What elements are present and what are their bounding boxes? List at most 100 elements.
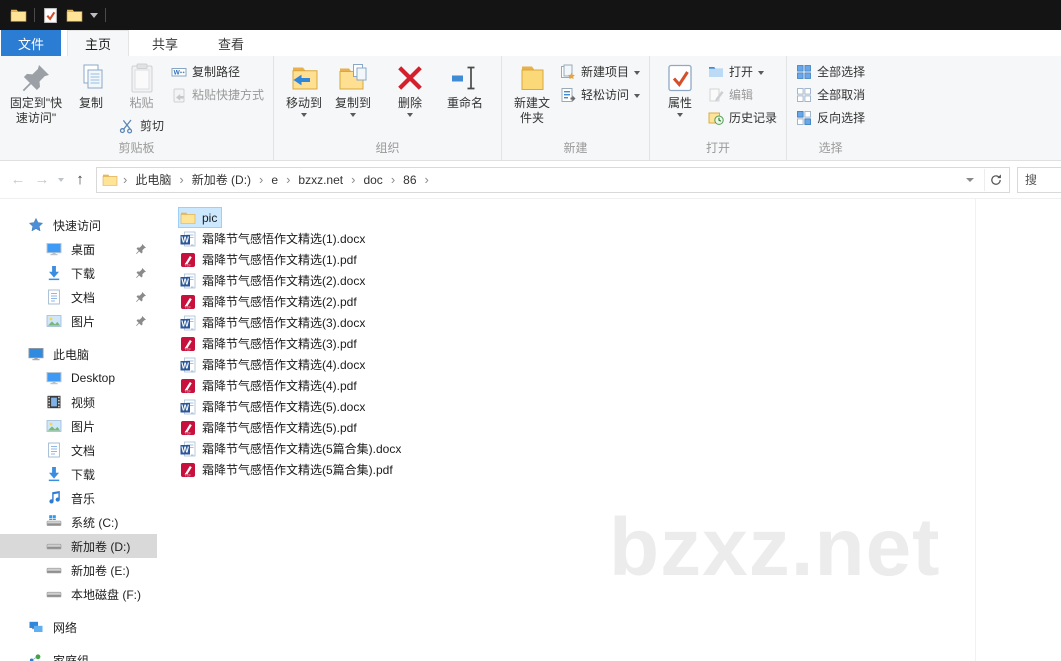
sidebar-item-新加卷-E-[interactable]: 新加卷 (E:)	[0, 558, 157, 582]
file-name: 霜降节气感悟作文精选(5).docx	[202, 400, 366, 414]
copy-button[interactable]: 复制	[67, 60, 115, 113]
sidebar-item-系统-C-[interactable]: 系统 (C:)	[0, 510, 157, 534]
open-button[interactable]: 打开	[705, 62, 780, 81]
sidebar-item-图片[interactable]: 图片	[0, 414, 157, 438]
pin-icon[interactable]	[135, 243, 147, 255]
chevron-down-icon	[350, 113, 357, 117]
sidebar-item-快速访问[interactable]: 快速访问	[0, 213, 157, 237]
recent-locations-chevron-icon[interactable]	[58, 177, 64, 182]
copy-to-button[interactable]: 复制到	[329, 60, 377, 119]
file-row[interactable]: PDF 霜降节气感悟作文精选(2).pdf	[178, 291, 362, 312]
move-to-icon	[288, 62, 320, 94]
sidebar-item-Desktop[interactable]: Desktop	[0, 366, 157, 390]
breadcrumb-item[interactable]: bzxz.net	[293, 173, 348, 187]
folder-icon[interactable]	[66, 7, 83, 24]
breadcrumb-separator[interactable]: ›	[256, 172, 266, 187]
breadcrumb-separator[interactable]: ›	[283, 172, 293, 187]
pin-to-quick-access-button[interactable]: 固定到"快速访问"	[6, 60, 66, 128]
folder-row[interactable]: pic	[178, 207, 223, 228]
folder-icon	[102, 172, 118, 188]
refresh-icon[interactable]	[984, 168, 1007, 191]
svg-text:W: W	[181, 319, 189, 328]
file-row[interactable]: PDF 霜降节气感悟作文精选(5篇合集).pdf	[178, 459, 398, 480]
breadcrumb-item[interactable]: 新加卷 (D:)	[187, 171, 256, 188]
breadcrumb-item[interactable]: 此电脑	[130, 171, 176, 188]
sidebar-item-音乐[interactable]: 音乐	[0, 486, 157, 510]
address-dropdown-chevron-icon[interactable]	[966, 177, 974, 182]
file-row[interactable]: W 霜降节气感悟作文精选(3).docx	[178, 312, 370, 333]
sidebar-item-此电脑[interactable]: 此电脑	[0, 342, 157, 366]
search-input[interactable]: 搜	[1017, 166, 1061, 193]
breadcrumb-item[interactable]: doc	[358, 173, 387, 187]
select-none-button[interactable]: 全部取消	[793, 85, 868, 104]
file-row[interactable]: PDF 霜降节气感悟作文精选(3).pdf	[178, 333, 362, 354]
file-row[interactable]: PDF 霜降节气感悟作文精选(4).pdf	[178, 375, 362, 396]
breadcrumb-item[interactable]: 86	[398, 173, 421, 187]
pin-icon[interactable]	[135, 267, 147, 279]
group-label-new: 新建	[563, 141, 588, 155]
file-row[interactable]: PDF 霜降节气感悟作文精选(5).pdf	[178, 417, 362, 438]
up-button[interactable]: ↑	[68, 171, 92, 188]
breadcrumb-separator[interactable]: ›	[422, 172, 432, 187]
network-icon	[28, 619, 44, 635]
new-folder-icon	[516, 62, 548, 94]
drive-icon	[46, 562, 62, 578]
open-folder-icon	[708, 64, 724, 80]
edit-button[interactable]: 编辑	[705, 85, 780, 104]
breadcrumb-separator[interactable]: ›	[348, 172, 358, 187]
file-row[interactable]: W 霜降节气感悟作文精选(5).docx	[178, 396, 370, 417]
sidebar-item-文档[interactable]: 文档	[0, 438, 157, 462]
sidebar-item-label: 图片	[71, 314, 96, 329]
button-label: 反向选择	[817, 111, 866, 125]
breadcrumb-separator[interactable]: ›	[388, 172, 398, 187]
sidebar-item-图片[interactable]: 图片	[0, 309, 157, 333]
file-row[interactable]: W 霜降节气感悟作文精选(1).docx	[178, 228, 370, 249]
move-to-button[interactable]: 移动到	[280, 60, 328, 119]
properties-button[interactable]: 属性	[656, 60, 704, 119]
download-icon	[46, 466, 62, 482]
paste-shortcut-button[interactable]: 粘贴快捷方式	[168, 85, 267, 104]
tab-view[interactable]: 查看	[201, 30, 261, 56]
sidebar-item-下载[interactable]: 下载	[0, 462, 157, 486]
chevron-down-icon[interactable]	[90, 12, 98, 18]
tab-file[interactable]: 文件	[1, 30, 62, 56]
breadcrumb-item[interactable]: e	[266, 173, 283, 187]
address-bar[interactable]: › 此电脑 › 新加卷 (D:) › e › bzxz.net › doc › 86 ›	[96, 166, 1010, 193]
invert-selection-button[interactable]: 反向选择	[793, 108, 868, 127]
history-button[interactable]: 历史记录	[705, 108, 780, 127]
file-row[interactable]: W 霜降节气感悟作文精选(5篇合集).docx	[178, 438, 406, 459]
forward-button[interactable]: →	[30, 171, 54, 188]
breadcrumb-separator: ›	[123, 172, 128, 187]
new-item-button[interactable]: 新建项目	[557, 62, 643, 81]
copy-path-button[interactable]: W 复制路径	[168, 62, 267, 81]
sidebar-item-桌面[interactable]: 桌面	[0, 237, 157, 261]
properties-icon[interactable]	[42, 7, 59, 24]
breadcrumb-separator[interactable]: ›	[176, 172, 186, 187]
select-all-button[interactable]: 全部选择	[793, 62, 868, 81]
sidebar-item-新加卷-D-[interactable]: 新加卷 (D:)	[0, 534, 157, 558]
file-row[interactable]: W 霜降节气感悟作文精选(2).docx	[178, 270, 370, 291]
pin-icon[interactable]	[135, 291, 147, 303]
video-icon	[46, 394, 62, 410]
cut-button[interactable]: 剪切	[116, 116, 167, 135]
sidebar-item-视频[interactable]: 视频	[0, 390, 157, 414]
new-folder-button[interactable]: 新建文件夹	[508, 60, 556, 128]
easy-access-button[interactable]: 轻松访问	[557, 85, 643, 104]
folder-icon[interactable]	[10, 7, 27, 24]
tab-share[interactable]: 共享	[135, 30, 195, 56]
sidebar-item-家庭组[interactable]: 家庭组	[0, 648, 157, 661]
sidebar-item-本地磁盘-F-[interactable]: 本地磁盘 (F:)	[0, 582, 157, 606]
pdf-icon: PDF	[180, 420, 196, 436]
sidebar-item-文档[interactable]: 文档	[0, 285, 157, 309]
back-button[interactable]: ←	[6, 171, 30, 188]
delete-button[interactable]: 删除	[386, 60, 434, 119]
file-row[interactable]: PDF 霜降节气感悟作文精选(1).pdf	[178, 249, 362, 270]
sidebar-item-网络[interactable]: 网络	[0, 615, 157, 639]
file-name: pic	[202, 210, 218, 225]
pin-icon[interactable]	[135, 315, 147, 327]
rename-button[interactable]: 重命名	[435, 60, 495, 113]
paste-button[interactable]: 粘贴	[118, 60, 166, 113]
file-row[interactable]: W 霜降节气感悟作文精选(4).docx	[178, 354, 370, 375]
tab-home[interactable]: 主页	[67, 30, 130, 56]
sidebar-item-下载[interactable]: 下载	[0, 261, 157, 285]
